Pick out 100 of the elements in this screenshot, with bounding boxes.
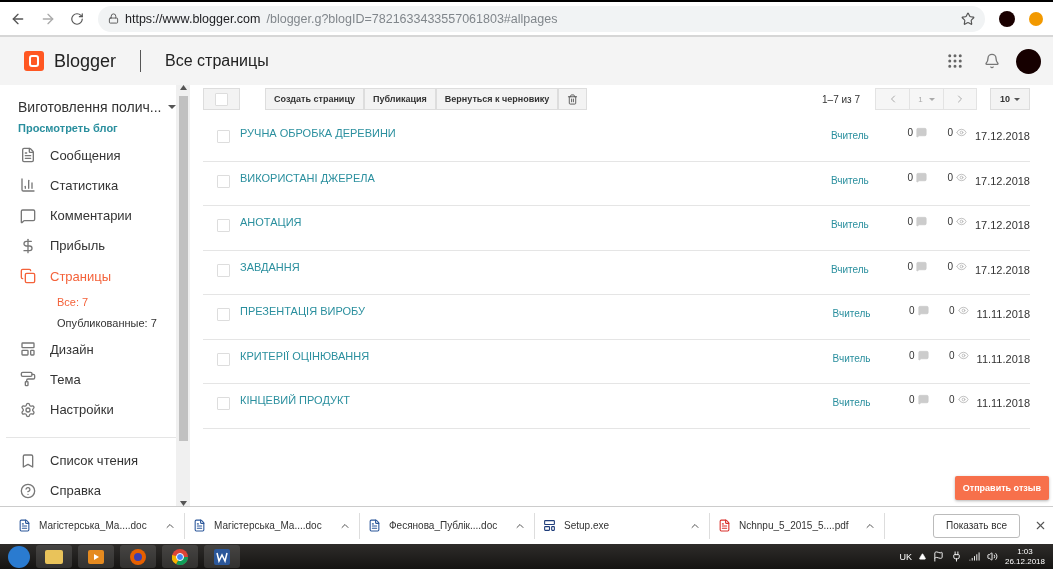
- author-link[interactable]: Вчитель: [832, 397, 907, 408]
- nav-item[interactable]: Дизайн: [0, 334, 176, 365]
- star-icon[interactable]: [961, 11, 975, 26]
- blog-selector[interactable]: Виготовлення полич...: [0, 85, 176, 117]
- page-date: 17.12.2018: [974, 174, 1030, 187]
- comment-icon: [915, 171, 927, 183]
- view-blog-link[interactable]: Просмотреть блог: [0, 116, 176, 139]
- eye-icon: [955, 127, 967, 138]
- page-title-link[interactable]: КРИТЕРІЇ ОЦІНЮВАННЯ: [240, 349, 833, 362]
- nav-item[interactable]: Настройки: [0, 394, 176, 425]
- nav-item[interactable]: Статистика: [0, 170, 176, 201]
- folder-taskbar-icon[interactable]: [36, 545, 72, 568]
- comment-count: 0: [909, 349, 915, 361]
- page-title-link[interactable]: КІНЦЕВИЙ ПРОДУКТ: [240, 394, 833, 406]
- reload-icon[interactable]: [70, 11, 84, 26]
- page-title-link[interactable]: ЗАВДАННЯ: [240, 260, 831, 273]
- media-taskbar-icon[interactable]: [78, 545, 114, 568]
- language-indicator[interactable]: UK: [899, 551, 912, 562]
- row-checkbox[interactable]: [217, 397, 230, 410]
- show-all-button[interactable]: Показать все: [932, 513, 1020, 538]
- page-title: Все страницы: [165, 52, 270, 70]
- profile-avatar[interactable]: [999, 10, 1015, 27]
- signal-icon[interactable]: [968, 551, 980, 562]
- download-item[interactable]: Фесянова_Публік....doc: [360, 512, 535, 539]
- download-item[interactable]: Setup.exe: [535, 512, 710, 539]
- author-link[interactable]: Вчитель: [832, 308, 907, 319]
- program-icon: [543, 519, 556, 532]
- dropdown-icon: [1014, 97, 1020, 101]
- apps-icon[interactable]: [946, 52, 964, 70]
- toolbar-button[interactable]: Создать страницу: [265, 88, 364, 110]
- tray-expand-icon[interactable]: [918, 553, 926, 560]
- scrollbar[interactable]: [176, 85, 190, 506]
- comment-icon: [917, 305, 929, 316]
- clock[interactable]: 1:03 26.12.2018: [1004, 546, 1045, 567]
- word-taskbar-icon[interactable]: [204, 545, 240, 568]
- nav-item[interactable]: Список чтения: [0, 445, 176, 476]
- url-path: /blogger.g?blogID=7821633433557061803#allpages: [266, 11, 559, 26]
- download-item[interactable]: Магістерська_Ма....doc: [185, 512, 360, 539]
- address-bar[interactable]: https://www.blogger.com /blogger.g?blogID=7821633433557061803#allpages: [98, 5, 985, 32]
- page-title-link[interactable]: ПРЕЗЕНТАЦІЯ ВИРОБУ: [240, 305, 833, 317]
- dropdown-icon: [167, 104, 176, 109]
- comment-icon: [917, 394, 929, 405]
- author-link[interactable]: Вчитель: [830, 219, 905, 230]
- view-count: 0: [947, 127, 953, 138]
- author-link[interactable]: Вчитель: [830, 130, 905, 141]
- nav-item[interactable]: Справка: [0, 475, 176, 506]
- paint-roller-icon: [20, 371, 36, 388]
- toolbar-button[interactable]: Публикация: [363, 88, 436, 110]
- eye-icon: [955, 260, 967, 272]
- url-host: https://www.blogger.com: [125, 11, 261, 26]
- brand-name: Blogger: [54, 50, 117, 72]
- nav-item[interactable]: Комментарии: [0, 200, 176, 231]
- author-link[interactable]: Вчитель: [832, 352, 907, 364]
- settings-icon: [20, 401, 36, 418]
- download-item[interactable]: Nchnpu_5_2015_5....pdf: [710, 512, 885, 539]
- browser-taskbar-icon[interactable]: [120, 545, 156, 568]
- close-icon[interactable]: [1034, 519, 1047, 532]
- row-checkbox[interactable]: [217, 219, 230, 232]
- update-icon[interactable]: [1029, 11, 1043, 26]
- author-link[interactable]: Вчитель: [830, 263, 905, 275]
- layout-icon: [20, 341, 36, 358]
- document-icon: [193, 519, 206, 532]
- account-avatar[interactable]: [1016, 48, 1041, 74]
- document-icon: [368, 519, 381, 532]
- row-checkbox[interactable]: [217, 130, 230, 143]
- view-count: 0: [949, 349, 955, 361]
- page-range: 1–7 из 7: [822, 93, 860, 105]
- toolbar-button[interactable]: Вернуться к черновику: [435, 88, 559, 110]
- view-count: 0: [949, 394, 955, 405]
- download-item[interactable]: Магістерська_Ма....doc: [10, 512, 185, 539]
- page-title-link[interactable]: АНОТАЦИЯ: [240, 216, 831, 228]
- row-checkbox[interactable]: [217, 174, 230, 188]
- pages-icon: [20, 268, 36, 284]
- author-link[interactable]: Вчитель: [830, 174, 905, 186]
- page-title-link[interactable]: ВИКОРИСТАНІ ДЖЕРЕЛА: [240, 171, 831, 184]
- page-title-link[interactable]: РУЧНА ОБРОБКА ДЕРЕВИНИ: [240, 127, 831, 139]
- page-date: 17.12.2018: [974, 130, 1030, 142]
- power-icon[interactable]: [950, 551, 962, 562]
- nav-subitem[interactable]: Опубликованные: 7: [0, 312, 176, 334]
- comment-count: 0: [907, 216, 913, 227]
- notifications-icon[interactable]: [984, 53, 1000, 69]
- row-checkbox[interactable]: [217, 308, 230, 321]
- page-date: 17.12.2018: [974, 219, 1030, 231]
- eye-icon: [957, 349, 969, 361]
- nav-item[interactable]: Прибыль: [0, 230, 176, 261]
- select-all-checkbox[interactable]: [203, 88, 240, 110]
- eye-icon: [955, 171, 967, 183]
- posts-icon: [20, 147, 36, 164]
- row-checkbox[interactable]: [217, 263, 230, 277]
- browser-taskbar-icon[interactable]: [162, 545, 198, 568]
- delete-button[interactable]: [558, 88, 588, 110]
- flag-icon[interactable]: [932, 551, 944, 562]
- trash-icon: [567, 93, 579, 105]
- nav-item[interactable]: Тема: [0, 364, 176, 395]
- row-checkbox[interactable]: [217, 352, 230, 366]
- comment-count: 0: [909, 394, 915, 405]
- start-button[interactable]: [8, 545, 30, 568]
- nav-item[interactable]: Сообщения: [0, 140, 176, 171]
- per-page-selector[interactable]: 10: [990, 88, 1030, 110]
- volume-icon[interactable]: [986, 551, 998, 562]
